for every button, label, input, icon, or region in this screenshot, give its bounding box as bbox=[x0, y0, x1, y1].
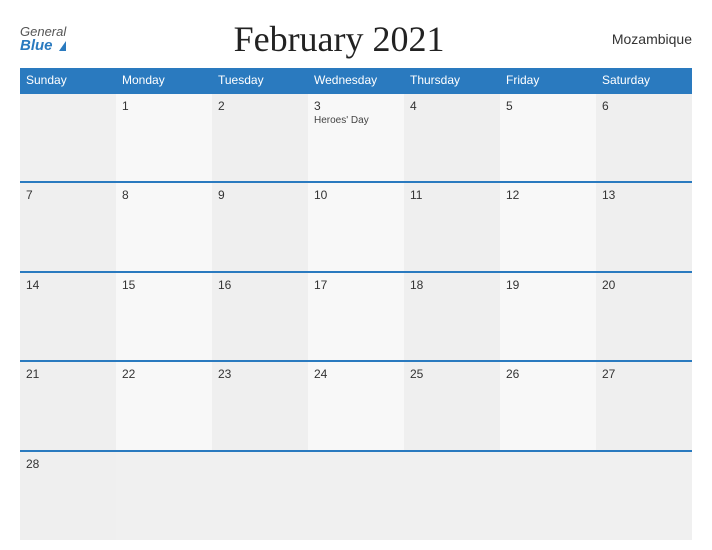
day-number: 26 bbox=[506, 367, 590, 381]
calendar-cell: 25 bbox=[404, 361, 500, 450]
calendar-cell bbox=[404, 451, 500, 540]
calendar-cell: 2 bbox=[212, 93, 308, 182]
col-wednesday: Wednesday bbox=[308, 68, 404, 93]
calendar-cell: 24 bbox=[308, 361, 404, 450]
day-number: 18 bbox=[410, 278, 494, 292]
calendar-header-row: Sunday Monday Tuesday Wednesday Thursday… bbox=[20, 68, 692, 93]
calendar-cell: 9 bbox=[212, 182, 308, 271]
calendar-cell: 18 bbox=[404, 272, 500, 361]
calendar-cell bbox=[20, 93, 116, 182]
day-number: 23 bbox=[218, 367, 302, 381]
day-number: 28 bbox=[26, 457, 110, 471]
calendar-cell bbox=[596, 451, 692, 540]
day-number: 14 bbox=[26, 278, 110, 292]
calendar-week-row: 123 Heroes' Day 456 bbox=[20, 93, 692, 182]
col-sunday: Sunday bbox=[20, 68, 116, 93]
calendar-cell: 8 bbox=[116, 182, 212, 271]
calendar-cell: 11 bbox=[404, 182, 500, 271]
month-title: February 2021 bbox=[234, 18, 445, 60]
day-number: 25 bbox=[410, 367, 494, 381]
calendar-cell: 16 bbox=[212, 272, 308, 361]
day-number: 19 bbox=[506, 278, 590, 292]
day-number: 1 bbox=[122, 99, 206, 113]
col-friday: Friday bbox=[500, 68, 596, 93]
day-number: 27 bbox=[602, 367, 686, 381]
calendar-cell: 21 bbox=[20, 361, 116, 450]
col-monday: Monday bbox=[116, 68, 212, 93]
calendar-cell: 6 bbox=[596, 93, 692, 182]
col-thursday: Thursday bbox=[404, 68, 500, 93]
day-number: 2 bbox=[218, 99, 302, 113]
calendar-cell: 22 bbox=[116, 361, 212, 450]
calendar-cell bbox=[212, 451, 308, 540]
calendar-cell: 7 bbox=[20, 182, 116, 271]
col-tuesday: Tuesday bbox=[212, 68, 308, 93]
day-number: 6 bbox=[602, 99, 686, 113]
calendar-cell: 4 bbox=[404, 93, 500, 182]
day-number: 24 bbox=[314, 367, 398, 381]
day-number: 4 bbox=[410, 99, 494, 113]
day-number: 7 bbox=[26, 188, 110, 202]
logo-triangle-icon bbox=[59, 41, 66, 51]
day-number: 22 bbox=[122, 367, 206, 381]
day-number: 5 bbox=[506, 99, 590, 113]
holiday-name: Heroes' Day bbox=[314, 115, 398, 126]
calendar-cell: 14 bbox=[20, 272, 116, 361]
logo: General Blue bbox=[20, 25, 66, 53]
calendar-header: General Blue February 2021 Mozambique bbox=[20, 18, 692, 60]
calendar-cell: 19 bbox=[500, 272, 596, 361]
day-number: 16 bbox=[218, 278, 302, 292]
calendar-cell: 28 bbox=[20, 451, 116, 540]
calendar-cell: 23 bbox=[212, 361, 308, 450]
calendar-cell bbox=[116, 451, 212, 540]
calendar-cell: 15 bbox=[116, 272, 212, 361]
country-label: Mozambique bbox=[612, 31, 692, 47]
calendar-cell: 26 bbox=[500, 361, 596, 450]
day-number: 9 bbox=[218, 188, 302, 202]
calendar-cell: 17 bbox=[308, 272, 404, 361]
calendar-week-row: 789 10 11 12 13 bbox=[20, 182, 692, 271]
calendar-table: Sunday Monday Tuesday Wednesday Thursday… bbox=[20, 68, 692, 540]
calendar-week-row: 14 15 16 17 18 19 20 bbox=[20, 272, 692, 361]
day-number: 20 bbox=[602, 278, 686, 292]
calendar-cell bbox=[500, 451, 596, 540]
logo-blue-text: Blue bbox=[20, 38, 66, 53]
calendar-week-row: 21 22 23 24 25 26 27 bbox=[20, 361, 692, 450]
calendar-cell: 20 bbox=[596, 272, 692, 361]
calendar-cell: 13 bbox=[596, 182, 692, 271]
calendar-cell bbox=[308, 451, 404, 540]
day-number: 21 bbox=[26, 367, 110, 381]
calendar-cell: 27 bbox=[596, 361, 692, 450]
day-number: 15 bbox=[122, 278, 206, 292]
day-number: 3 bbox=[314, 99, 398, 113]
day-number: 13 bbox=[602, 188, 686, 202]
day-number: 12 bbox=[506, 188, 590, 202]
calendar-cell: 1 bbox=[116, 93, 212, 182]
day-number: 11 bbox=[410, 188, 494, 202]
day-number: 8 bbox=[122, 188, 206, 202]
day-number: 10 bbox=[314, 188, 398, 202]
calendar-cell: 5 bbox=[500, 93, 596, 182]
day-number: 17 bbox=[314, 278, 398, 292]
calendar-cell: 10 bbox=[308, 182, 404, 271]
calendar-cell: 3 Heroes' Day bbox=[308, 93, 404, 182]
calendar-week-row: 28 bbox=[20, 451, 692, 540]
calendar-cell: 12 bbox=[500, 182, 596, 271]
col-saturday: Saturday bbox=[596, 68, 692, 93]
